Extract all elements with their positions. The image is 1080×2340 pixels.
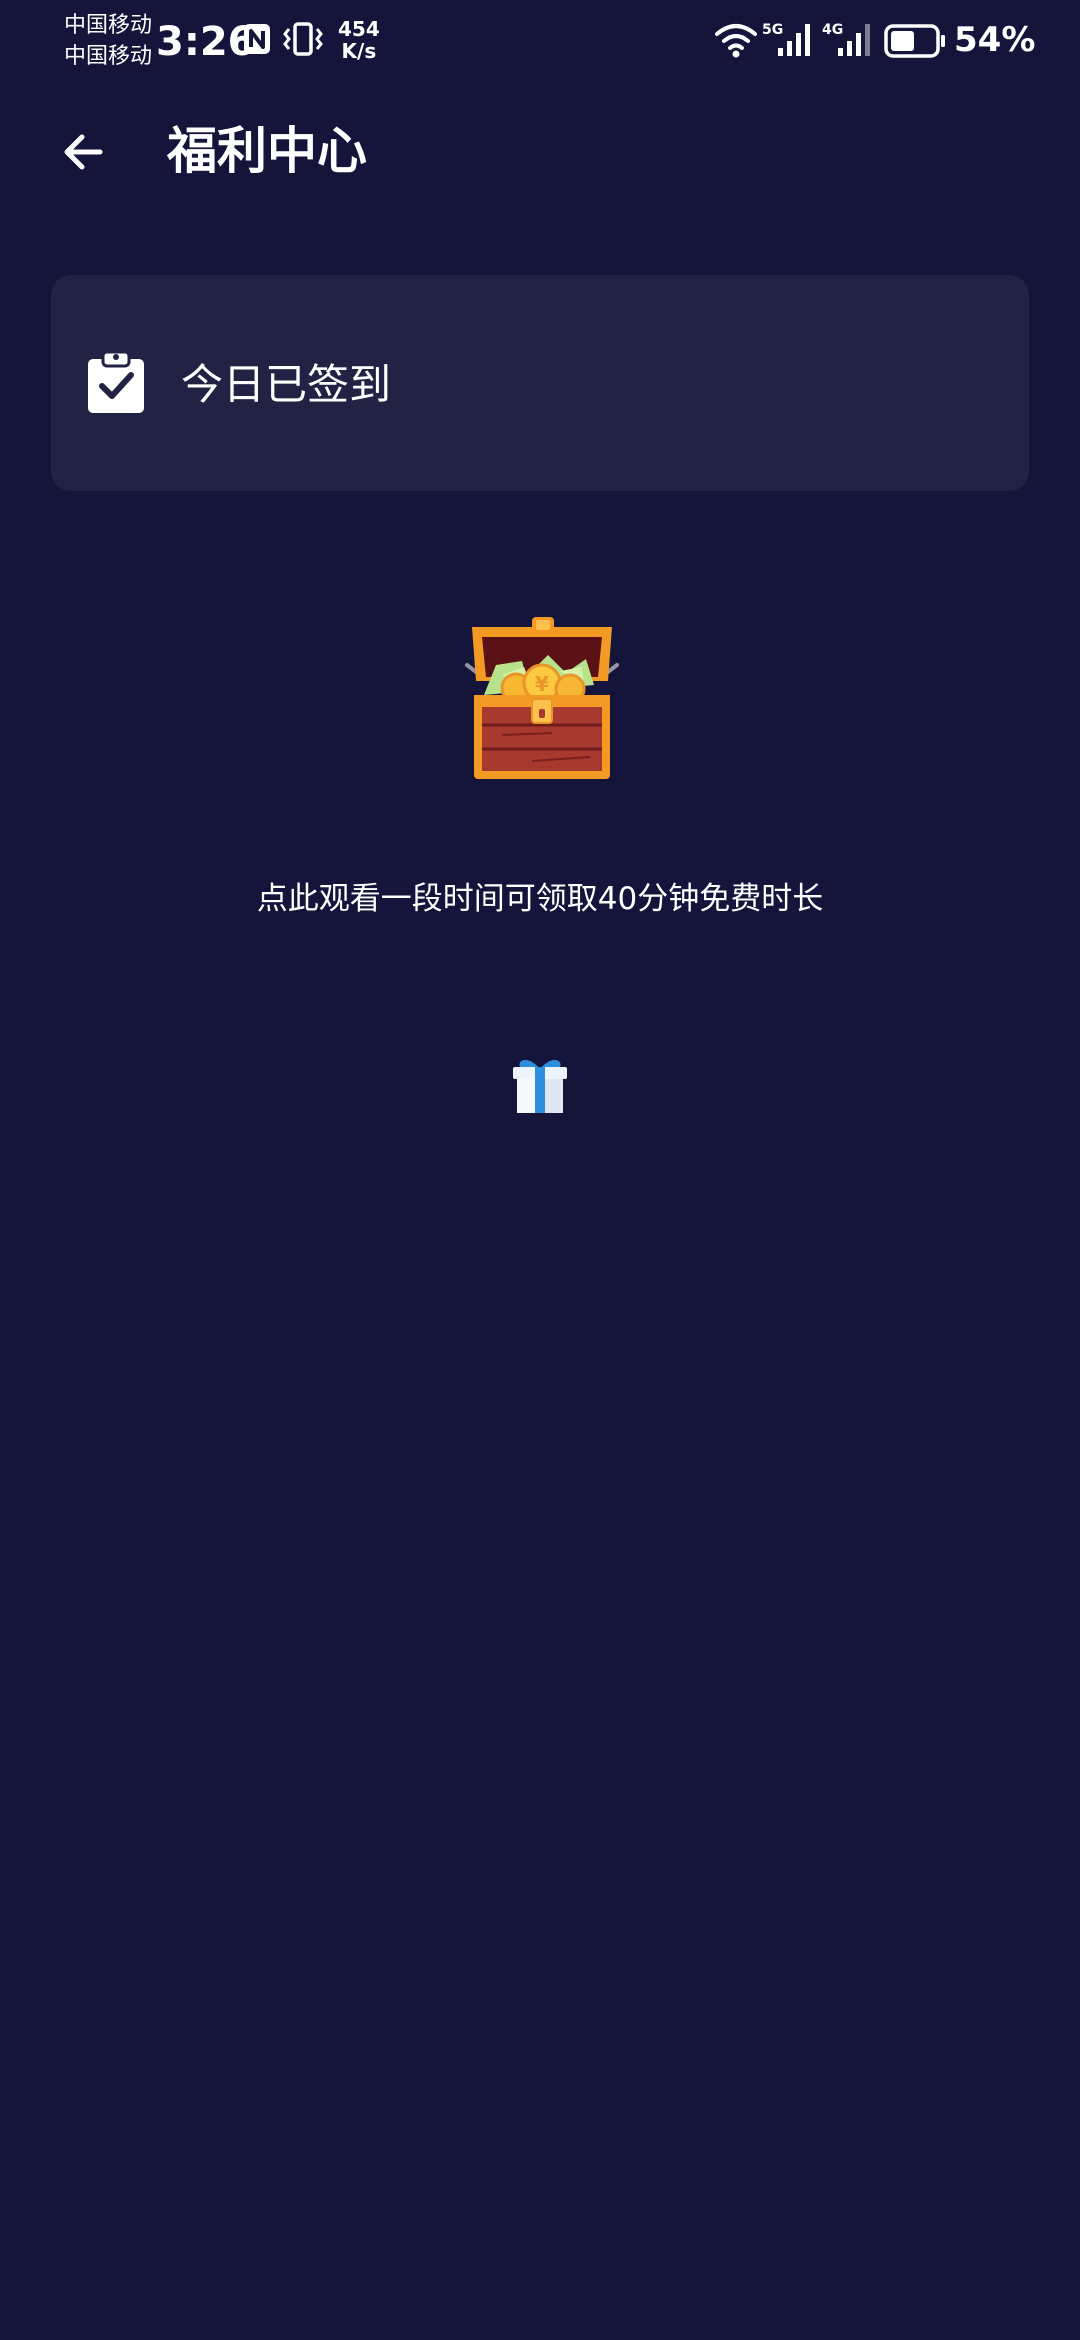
carrier-2-label: 中国移动 xyxy=(64,44,153,69)
signal-strength-2-icon xyxy=(838,24,870,56)
battery-icon xyxy=(884,24,945,58)
checkin-status-label: 今日已签到 xyxy=(181,360,392,409)
nfc-icon xyxy=(244,24,270,54)
status-bar: 中国移动 中国移动 3:26 454 K/s 5G 4G 54% xyxy=(0,0,1080,80)
svg-text:¥: ¥ xyxy=(535,672,549,696)
page-title: 福利中心 xyxy=(167,122,367,180)
treasure-chest-icon: ¥ xyxy=(465,617,619,779)
gift-button[interactable] xyxy=(507,1053,573,1117)
back-button[interactable] xyxy=(56,124,112,180)
status-time: 3:26 xyxy=(156,19,256,65)
battery-percent: 54% xyxy=(954,20,1036,60)
network-speed-unit: K/s xyxy=(341,39,377,63)
arrow-left-icon xyxy=(64,134,103,170)
reward-instruction[interactable]: 点此观看一段时间可领取40分钟免费时长 xyxy=(0,876,1080,922)
network-speed-value: 454 xyxy=(338,17,380,41)
wifi-icon xyxy=(715,24,757,58)
carrier-1-label: 中国移动 xyxy=(64,13,153,38)
clipboard-check-icon xyxy=(88,350,144,413)
checkin-card[interactable]: 今日已签到 xyxy=(51,275,1029,491)
signal-strength-1-icon xyxy=(778,24,810,56)
carrier-labels: 中国移动 中国移动 xyxy=(64,10,152,72)
network-speed: 454 K/s xyxy=(338,18,380,62)
gift-box-icon xyxy=(513,1059,567,1113)
treasure-chest-button[interactable]: ¥ xyxy=(462,615,622,785)
vibrate-icon xyxy=(283,22,323,56)
